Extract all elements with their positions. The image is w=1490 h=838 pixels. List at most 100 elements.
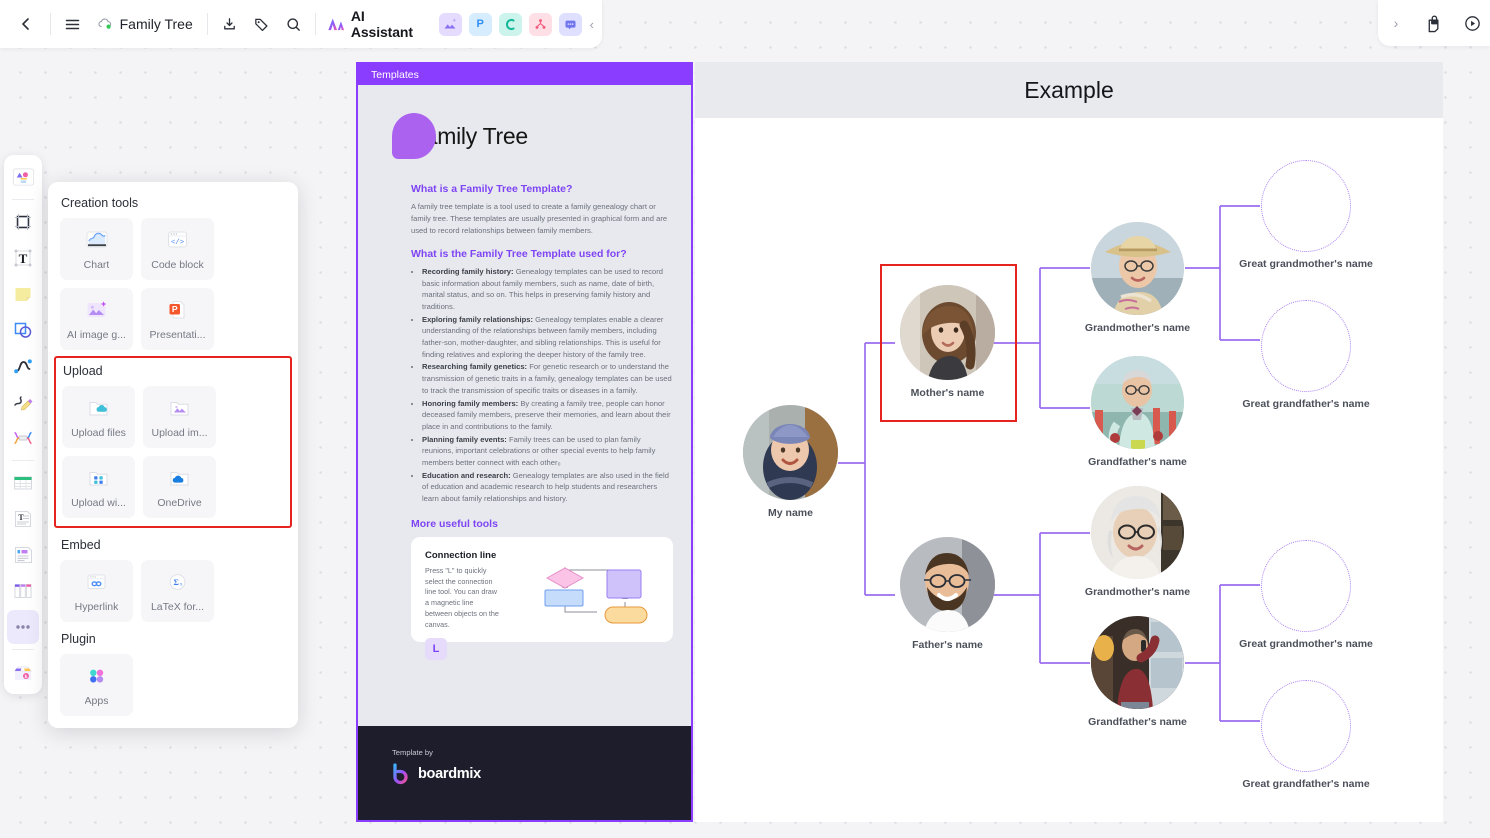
upload-files-card[interactable]: Upload files [62,386,135,448]
empty-avatar-placeholder [1261,160,1351,252]
template-preview-card[interactable]: Templates Family Tree What is a Family T… [356,62,693,822]
plugin-section: Plugin Apps [60,632,286,716]
sidebar-item-more-tools[interactable] [7,610,39,644]
tree-node-my-name[interactable]: My name [743,405,838,519]
onedrive-card[interactable]: OneDrive [143,456,216,518]
search-icon [287,17,300,31]
upload-widget-card-label: Upload wi... [71,497,126,509]
app-canvas-background: { "topbar": { "back_label": "\u2039", "m… [0,0,1490,838]
bullet-lead: Researching family genetics: [422,362,528,372]
sidebar-item-connector-tool[interactable] [7,349,39,383]
sticky-note-icon [15,288,31,301]
sidebar-item-resources-tool[interactable]: b [7,655,39,689]
present-button[interactable] [1455,6,1489,40]
comment-tool-icon[interactable] [558,12,582,36]
section-title-plugin: Plugin [61,632,96,646]
bullet-lead: Planning family events: [422,434,507,444]
empty-avatar-placeholder [1261,540,1351,632]
avatar [743,405,838,500]
expand-panel-button[interactable]: › [1379,6,1413,40]
list-item: Honoring family members: By creating a f… [422,398,673,433]
divider [315,13,317,35]
sidebar-item-table-tool[interactable] [7,466,39,500]
sidebar-item-text-tool[interactable]: T [7,241,39,275]
avatar [1091,616,1184,709]
more-tools-card[interactable]: Connection line Press "L" to quickly sel… [411,536,673,661]
main-menu-button[interactable] [57,7,89,41]
apps-icon [84,663,110,689]
ai-sparkle-icon [328,18,345,31]
upload-image-card[interactable]: Upload im... [143,386,216,448]
upload-widget-card[interactable]: Upload wi... [62,456,135,518]
more-tools-card-body: Press "L" to quickly select the connecti… [425,565,499,629]
chart-card[interactable]: Chart [60,218,133,280]
mindmap-tool-icon[interactable] [498,12,522,36]
templates-icon [12,167,34,186]
apps-card-label: Apps [84,695,109,707]
back-button[interactable] [10,7,42,41]
shortcut-key-badge: L [425,638,447,661]
share-button[interactable] [1417,6,1451,40]
node-label: Father's name [912,639,983,651]
node-label: Great grandfather's name [1242,778,1370,790]
sidebar-item-templates-tool[interactable] [7,160,39,194]
tag-button[interactable] [246,7,278,41]
chart-card-label: Chart [83,259,110,271]
tree-node-great-grandfather-1[interactable]: Great grandfather's name [1242,300,1370,410]
template-body: What is a Family Tree Template? A family… [358,157,691,530]
latex-formula-icon: Σ x [165,569,191,595]
template-card-header: Templates [358,64,691,85]
sidebar-item-sticky-note-tool[interactable] [7,277,39,311]
tree-node-mothers-name[interactable]: Mother's name [900,285,995,399]
sidebar-item-mindmap-tool[interactable] [7,421,39,455]
sidebar-item-kanban-tool[interactable] [7,574,39,608]
empty-avatar-placeholder [1261,300,1351,392]
apps-card[interactable]: Apps [60,654,133,716]
template-bullet-list: Recording family history: Genealogy temp… [422,266,673,505]
download-button[interactable] [214,7,246,41]
chart-icon [84,227,110,253]
upload-widget-icon [86,465,112,491]
code-block-card[interactable]: </> Code block [141,218,214,280]
tree-node-maternal-grandmother[interactable]: Grandmother's name [1085,222,1190,334]
collapse-toolbar-button[interactable]: ‹ [582,17,602,32]
divider [206,13,208,35]
tree-node-great-grandmother-2[interactable]: Great grandmother's name [1239,540,1373,650]
onedrive-icon [167,465,193,491]
ai-assistant-button[interactable]: AI Assistant [322,4,433,44]
sidebar-item-shape-tool[interactable] [7,313,39,347]
hyperlink-card[interactable]: Hyperlink [60,560,133,622]
bullet-lead: Exploring family relationships: [422,314,533,324]
divider [12,199,34,200]
tree-node-fathers-name[interactable]: Father's name [900,537,995,651]
left-tool-rail: T T b [4,155,42,694]
sidebar-item-document-tool[interactable]: T [7,502,39,536]
resources-icon: b [13,666,33,680]
presentation-tool-icon[interactable]: P [468,12,492,36]
upload-section-highlight: Upload Upload files Upload im... Upload … [54,356,292,528]
divider [12,460,34,461]
tree-node-great-grandfather-2[interactable]: Great grandfather's name [1242,680,1370,790]
tree-node-paternal-grandmother[interactable]: Grandmother's name [1085,486,1190,598]
cloud-saved-icon [98,18,111,29]
sidebar-item-note-card-tool[interactable] [7,538,39,572]
plugin-grid: Apps [60,654,286,716]
sidebar-item-pen-tool[interactable] [7,385,39,419]
svg-text:Σ: Σ [174,578,179,587]
presentation-card[interactable]: P Presentati... [141,288,214,350]
list-item: Exploring family relationships: Genealog… [422,314,673,361]
ai-image-card[interactable]: AI image g... [60,288,133,350]
tree-node-great-grandmother-1[interactable]: Great grandmother's name [1239,160,1373,270]
sidebar-item-frame-tool[interactable] [7,205,39,239]
latex-formula-card[interactable]: Σ x LaTeX for... [141,560,214,622]
example-frame[interactable]: Example My name Mother's name Father's n… [695,62,1443,822]
creation-tools-popover: Creation tools Chart </> Code block AI i… [48,182,298,728]
tree-node-maternal-grandfather[interactable]: Grandfather's name [1088,356,1187,468]
node-label: My name [768,507,813,519]
shape-icon [14,322,32,338]
search-button[interactable] [277,7,309,41]
tree-node-paternal-grandfather[interactable]: Grandfather's name [1088,616,1187,728]
flowchart-tool-icon[interactable] [528,12,552,36]
document-title-button[interactable]: Family Tree [89,7,201,41]
ai-image-tool-icon[interactable] [438,12,462,36]
